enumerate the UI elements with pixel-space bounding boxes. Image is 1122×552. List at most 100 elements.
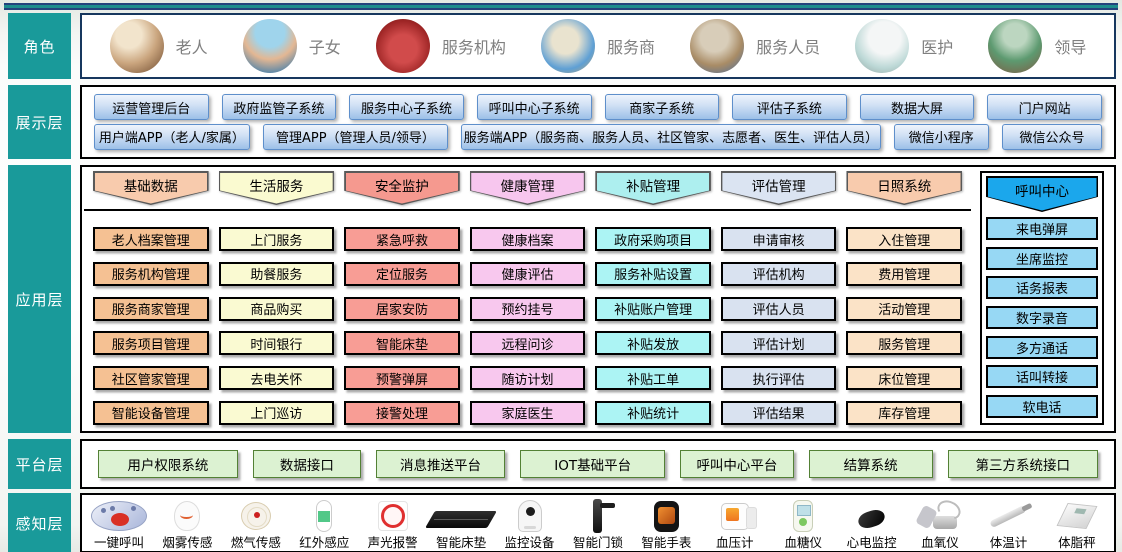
display-subsystem-button: 商家子系统 <box>604 94 720 121</box>
display-app-button: 微信小程序 <box>893 123 990 150</box>
platform-module: 用户权限系统 <box>98 450 238 478</box>
app-module: 家庭医生 <box>469 400 586 425</box>
display-subsystems-line: 运营管理后台 政府监管子系统 服务中心子系统 呼叫中心子系统 商家子系统 评估子系统 数据大… <box>94 94 1102 121</box>
device-icon <box>977 497 1039 535</box>
display-subsystem-button: 评估子系统 <box>732 94 847 121</box>
layer-label-roles: 角色 <box>8 13 71 79</box>
app-module: 来电弹屏 <box>986 217 1098 240</box>
app-module: 评估机构 <box>720 261 837 286</box>
app-module: 评估结果 <box>720 400 837 425</box>
device-label: 智能床垫 <box>436 535 487 550</box>
display-app-button: 微信公众号 <box>1002 123 1102 150</box>
app-module: 社区管家管理 <box>93 366 209 391</box>
platform-layer-row: 平台层 用户权限系统 数据接口 消息推送平台 IOT基础平台 呼叫中心平台 结算系统 第三方… <box>8 439 1116 489</box>
app-module: 紧急呼救 <box>344 227 460 251</box>
column-header-call-center: 呼叫中心 <box>986 176 1098 212</box>
device-label: 烟雾传感 <box>162 535 213 550</box>
device-label: 声光报警 <box>367 535 418 550</box>
header-divider-line <box>84 209 971 211</box>
display-layer-box: 运营管理后台 政府监管子系统 服务中心子系统 呼叫中心子系统 商家子系统 评估子系统 数据大… <box>80 85 1116 159</box>
role-label: 领导 <box>1054 38 1087 57</box>
app-module: 软电话 <box>986 394 1098 418</box>
device-icon <box>156 497 218 535</box>
platform-module: 第三方系统接口 <box>947 450 1098 478</box>
device-icon <box>635 497 697 535</box>
role-label: 服务商 <box>606 38 655 57</box>
display-app-button: 管理APP（管理人员/领导） <box>262 123 449 150</box>
device-label: 心电监控 <box>846 535 897 550</box>
device-icon <box>1046 497 1108 535</box>
device-item: 监控设备 <box>499 497 561 550</box>
app-module: 补贴发放 <box>595 331 711 356</box>
column-header-assess-manage: 评估管理 <box>720 171 837 205</box>
device-item: 血糖仪 <box>772 497 834 550</box>
role-avatar <box>690 19 745 73</box>
display-subsystem-button: 运营管理后台 <box>94 94 209 121</box>
column-header-safety-monitor: 安全监护 <box>344 171 460 205</box>
role-label: 老人 <box>175 38 208 57</box>
app-module: 话叫转接 <box>986 365 1098 389</box>
device-label: 血糖仪 <box>784 535 822 550</box>
app-module: 服务管理 <box>846 331 963 356</box>
device-icon <box>841 497 903 535</box>
app-module: 接警处理 <box>344 400 460 425</box>
device-icon <box>772 497 834 535</box>
app-module: 预警弹屏 <box>344 366 460 391</box>
app-module: 话务报表 <box>986 276 1098 300</box>
device-item: 智能床垫 <box>425 497 498 550</box>
app-module: 政府采购项目 <box>595 227 711 251</box>
role-item: 老人 <box>109 19 208 73</box>
app-module: 活动管理 <box>846 296 963 321</box>
app-module: 补贴工单 <box>595 366 711 391</box>
column-header-health-manage: 健康管理 <box>469 171 586 205</box>
display-app-button: 服务端APP（服务商、服务人员、社区管家、志愿者、医生、评估人员） <box>461 123 881 150</box>
app-module: 服务项目管理 <box>93 331 209 356</box>
layer-label-application: 应用层 <box>8 165 71 433</box>
device-icon <box>704 497 766 535</box>
app-module: 健康评估 <box>469 261 586 286</box>
display-app-button: 用户端APP（老人/家属） <box>94 123 250 150</box>
device-item: 心电监控 <box>841 497 903 550</box>
app-module: 上门服务 <box>218 227 335 251</box>
role-item: 领导 <box>988 19 1086 73</box>
column-header-life-service: 生活服务 <box>218 171 335 205</box>
application-layer-row: 应用层 基础数据 老人档案管理 服务机构管理 服务商家管理 服务项目管理 社区管家管理智… <box>8 165 1116 433</box>
display-apps-line: 用户端APP（老人/家属） 管理APP（管理人员/领导） 服务端APP（服务商、服务… <box>94 123 1102 150</box>
role-item: 子女 <box>242 19 341 73</box>
device-item: 烟雾传感 <box>156 497 218 550</box>
app-column-call-center: 呼叫中心 来电弹屏 坐席监控 话务报表 数字录音 多方通话 话叫转接 软电话 <box>980 171 1104 425</box>
app-module: 时间银行 <box>218 331 335 356</box>
role-avatar <box>242 19 297 73</box>
roles-row: 角色 老人 子女 服务机构 服务商 服务人员 医护 领导 <box>8 13 1116 79</box>
app-module: 智能设备管理 <box>93 400 209 425</box>
role-label: 服务人员 <box>756 38 821 57</box>
role-label: 医护 <box>921 38 954 57</box>
app-module: 老人档案管理 <box>93 227 209 251</box>
role-item: 服务机构 <box>375 19 506 73</box>
device-label: 一键呼叫 <box>93 535 144 550</box>
role-item: 医护 <box>855 19 953 73</box>
role-item: 服务人员 <box>690 19 820 73</box>
device-icon <box>909 497 971 535</box>
application-columns: 基础数据 老人档案管理 服务机构管理 服务商家管理 服务项目管理 社区管家管理 智能设备管… <box>84 171 971 425</box>
column-header-basic-data: 基础数据 <box>93 171 209 205</box>
display-subsystem-button: 数据大屏 <box>859 94 975 121</box>
device-item: 智能手表 <box>635 497 697 550</box>
device-item: 血氧仪 <box>909 497 971 550</box>
display-subsystem-button: 呼叫中心子系统 <box>476 94 592 121</box>
device-label: 红外感应 <box>299 535 350 550</box>
app-module: 费用管理 <box>846 261 963 286</box>
platform-layer-box: 用户权限系统 数据接口 消息推送平台 IOT基础平台 呼叫中心平台 结算系统 第三方系统接口 <box>80 439 1116 489</box>
app-module: 上门巡访 <box>218 400 335 425</box>
role-avatar <box>375 19 430 73</box>
device-label: 体脂秤 <box>1058 535 1096 550</box>
app-module: 服务商家管理 <box>93 296 209 321</box>
column-header-daycare-system: 日照系统 <box>846 171 963 205</box>
app-module: 评估人员 <box>720 296 837 321</box>
device-icon <box>293 497 355 535</box>
device-item: 声光报警 <box>362 497 424 550</box>
device-icon <box>225 497 287 535</box>
device-icon <box>362 497 424 535</box>
platform-module: IOT基础平台 <box>520 450 666 478</box>
architecture-diagram: 角色 老人 子女 服务机构 服务商 服务人员 医护 领导 展示层 运营管理后台 … <box>0 0 1122 552</box>
